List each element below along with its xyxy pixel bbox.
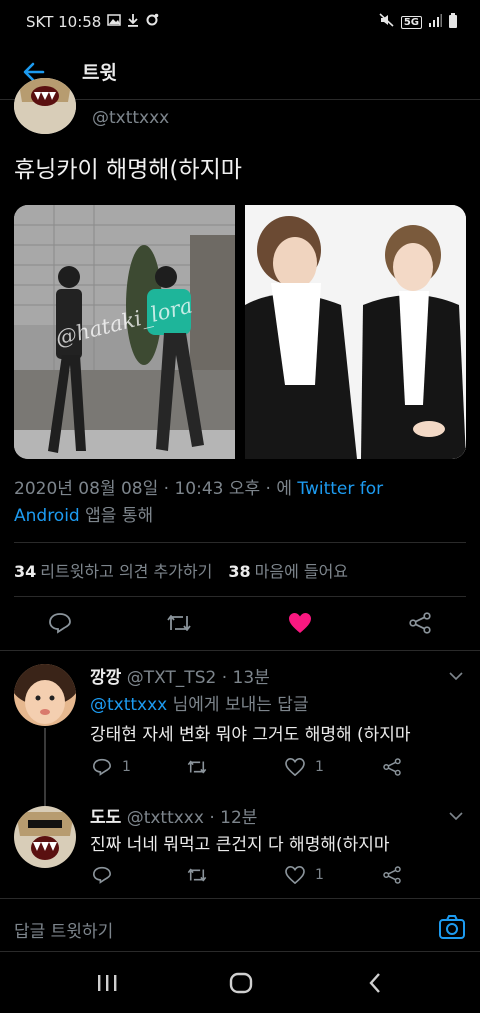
recent-apps-icon: [98, 975, 117, 991]
like-count: 1: [315, 867, 324, 883]
likes-stat[interactable]: 38 마음에 들어요: [228, 558, 348, 582]
reply-time: · 12분: [209, 808, 258, 828]
chevron-down-icon[interactable]: [448, 808, 464, 824]
settings-icon: [145, 13, 159, 31]
retweets-stat[interactable]: 34 리트윗하고 의견 추가하기: [14, 558, 212, 582]
heart-filled-icon: [289, 613, 311, 633]
tweet-photo-right[interactable]: [245, 205, 466, 459]
heart-icon: [285, 866, 305, 884]
replying-to-text: 님에게 보내는 답글: [172, 695, 309, 715]
share-button[interactable]: [405, 608, 435, 638]
reply-author-handle[interactable]: @txttxxx: [127, 808, 204, 828]
system-nav-bar: [0, 952, 480, 1013]
tweet-actions: [0, 600, 480, 644]
likes-count: 38: [228, 562, 251, 581]
retweets-label: 리트윗하고 의견 추가하기: [40, 562, 213, 581]
mute-icon: [379, 13, 395, 31]
tweet-meta: 2020년 08월 08일 · 10:43 오후 · 에 Twitter for…: [14, 476, 466, 530]
reply-share-button[interactable]: [382, 866, 402, 884]
carrier-time: SKT 10:58: [26, 13, 102, 31]
reply-icon: [49, 613, 71, 634]
share-icon: [409, 612, 431, 634]
recent-apps-button[interactable]: [92, 970, 122, 996]
divider: [14, 542, 466, 543]
reply-header: 깡깡 @TXT_TS2 · 13분: [90, 663, 270, 688]
tweet-source-link[interactable]: Twitter for: [297, 479, 383, 499]
chevron-down-icon[interactable]: [448, 668, 464, 684]
tweet-stats: 34 리트윗하고 의견 추가하기 38 마음에 들어요: [14, 558, 348, 582]
5g-icon: 5G: [400, 15, 422, 29]
reply-time: · 13분: [221, 668, 270, 688]
reply-author-handle[interactable]: @TXT_TS2: [127, 668, 217, 688]
tweet-source-tail: 앱을 통해: [85, 506, 154, 526]
reply-input[interactable]: 답글 트윗하기: [14, 917, 113, 942]
tweet-text: 휴닝카이 해명해(하지마: [14, 157, 242, 183]
likes-label: 마음에 들어요: [254, 562, 349, 581]
battery-icon: [448, 12, 458, 32]
download-icon: [127, 13, 139, 31]
reply-button[interactable]: [45, 608, 75, 638]
thread-line: [44, 728, 46, 798]
reply-author-name[interactable]: 도도: [90, 808, 121, 828]
camera-icon[interactable]: [438, 913, 466, 941]
like-count: 1: [315, 759, 324, 775]
reply-retweet-button[interactable]: [186, 866, 208, 884]
gallery-icon: [107, 14, 122, 30]
tweet-photo-left[interactable]: @hataki_lora: [14, 205, 235, 459]
replying-to: @txttxxx 님에게 보내는 답글: [90, 690, 309, 715]
reply-share-button[interactable]: [382, 758, 402, 776]
retweet-icon: [187, 760, 207, 774]
reply-icon: [92, 866, 112, 884]
retweet-icon: [187, 868, 207, 882]
reply-text: 강태현 자세 변화 뭐야 그거도 해명해 (하지마: [90, 725, 411, 745]
tweet-source-link-2[interactable]: Android: [14, 506, 80, 526]
reply-composer[interactable]: 답글 트윗하기: [0, 898, 480, 952]
reply-item[interactable]: 도도 @txttxxx · 12분 진짜 너네 뭐먹고 큰건지 다 해명해(하지…: [0, 798, 480, 896]
reply-count: 1: [122, 759, 131, 775]
share-icon: [383, 758, 401, 776]
divider: [14, 596, 466, 597]
reply-like-button[interactable]: 1: [285, 758, 324, 776]
reply-text: 진짜 너네 뭐먹고 큰건지 다 해명해(하지마: [90, 835, 390, 855]
divider: [0, 650, 480, 651]
reply-reply-button[interactable]: [92, 866, 122, 884]
thread-line: [44, 798, 46, 806]
reply-reply-button[interactable]: 1: [92, 758, 131, 776]
signal-icon: [428, 13, 442, 31]
tweet-author: @txttxxx: [0, 78, 480, 138]
tweet-timestamp: 2020년 08월 08일 · 10:43 오후 · 에: [14, 479, 292, 499]
reply-like-button[interactable]: 1: [285, 866, 324, 884]
replying-to-handle[interactable]: @txttxxx: [90, 695, 167, 715]
like-button[interactable]: [285, 608, 315, 638]
back-nav-button[interactable]: [360, 970, 390, 996]
avatar[interactable]: [14, 664, 76, 726]
reply-retweet-button[interactable]: [186, 758, 208, 776]
reply-header: 도도 @txttxxx · 12분: [90, 803, 257, 828]
reply-item[interactable]: 깡깡 @TXT_TS2 · 13분 @txttxxx 님에게 보내는 답글 강태…: [0, 652, 480, 798]
page-title: 트윗: [82, 62, 117, 84]
chevron-left-icon: [369, 973, 380, 993]
reply-icon: [92, 758, 112, 776]
status-bar: SKT 10:58 5G: [0, 0, 480, 44]
reply-author-name[interactable]: 깡깡: [90, 668, 121, 688]
avatar[interactable]: [14, 806, 76, 868]
home-icon: [229, 972, 253, 994]
author-handle[interactable]: @txttxxx: [92, 108, 169, 128]
retweet-icon: [167, 615, 191, 631]
tweet-media[interactable]: @hataki_lora: [14, 205, 466, 459]
retweet-button[interactable]: [164, 608, 194, 638]
retweets-count: 34: [14, 562, 37, 581]
heart-icon: [285, 758, 305, 776]
avatar[interactable]: [14, 78, 76, 134]
share-icon: [383, 866, 401, 884]
home-button[interactable]: [226, 970, 256, 996]
